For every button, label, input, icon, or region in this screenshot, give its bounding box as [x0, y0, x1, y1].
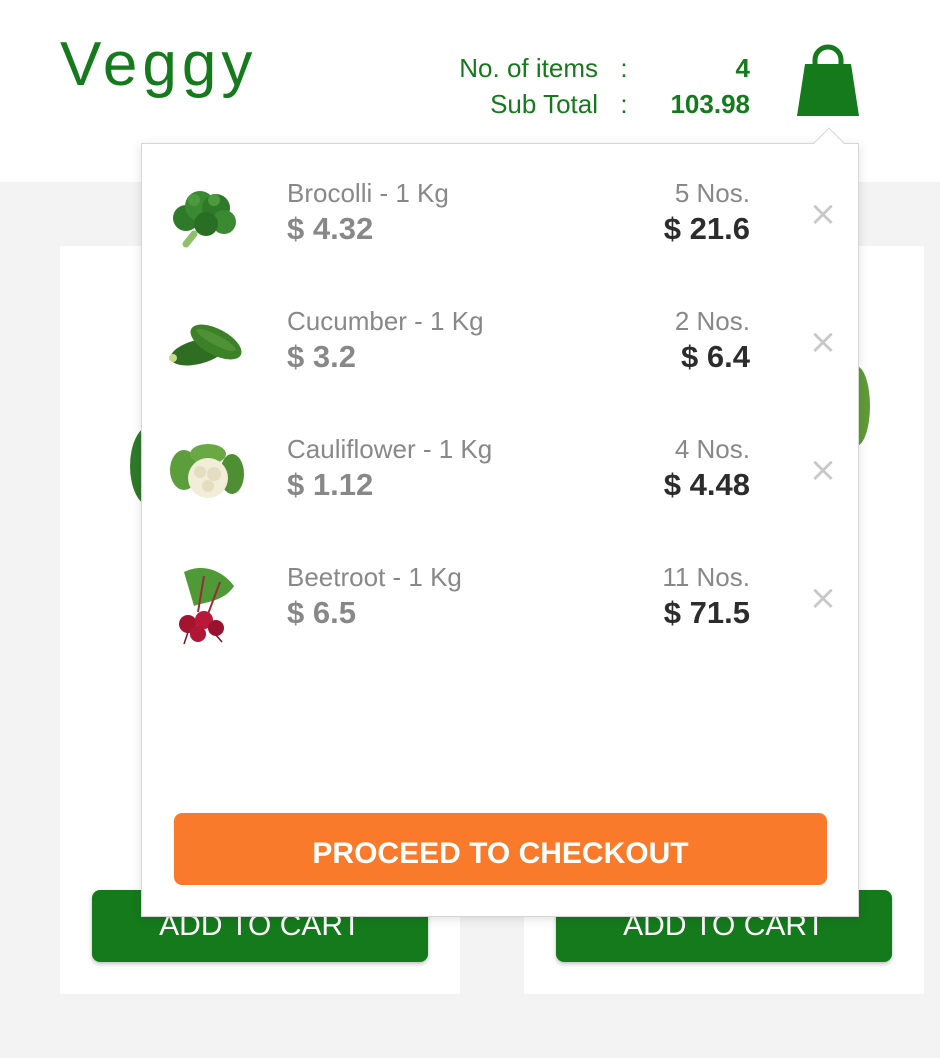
items-count-value: 4: [735, 53, 750, 83]
cart-item-quantity: 5 Nos.: [674, 178, 750, 208]
items-count-colon: :: [620, 53, 628, 83]
remove-item-icon[interactable]: ×: [807, 197, 839, 231]
cart-item-price: $ 6.5: [287, 595, 356, 630]
cart-item-total: $ 71.5: [663, 595, 750, 630]
proceed-to-checkout-button[interactable]: PROCEED TO CHECKOUT: [174, 813, 827, 885]
beetroot-image: [164, 562, 250, 648]
cart-item-quantity: 4 Nos.: [674, 434, 750, 464]
remove-item-icon[interactable]: ×: [807, 453, 839, 487]
cart-item-price: $ 4.32: [287, 211, 374, 246]
cart-item-quantity: 11 Nos.: [662, 562, 750, 592]
items-count-row: No. of items : 4: [438, 50, 750, 86]
shopping-bag-icon[interactable]: [795, 44, 861, 116]
cart-item-total: $ 6.4: [681, 339, 750, 374]
items-count-label: No. of items: [459, 53, 598, 83]
cart-item-total: $ 4.48: [663, 467, 750, 502]
cart-item-price: $ 1.12: [287, 467, 374, 502]
cart-item: Brocolli - 1 Kg $ 4.32 5 Nos. $ 21.6 ×: [142, 178, 860, 278]
subtotal-colon: :: [620, 89, 628, 119]
cart-item-quantity: 2 Nos.: [674, 306, 750, 336]
cart-item: Cauliflower - 1 Kg $ 1.12 4 Nos. $ 4.48 …: [142, 434, 860, 534]
cart-item-name: Beetroot - 1 Kg: [287, 562, 462, 592]
cart-item: Cucumber - 1 Kg $ 3.2 2 Nos. $ 6.4 ×: [142, 306, 860, 406]
remove-item-icon[interactable]: ×: [807, 325, 839, 359]
subtotal-label: Sub Total: [490, 89, 598, 119]
cart-summary: No. of items : 4 Sub Total : 103.98: [438, 50, 750, 122]
cauliflower-image: [164, 434, 250, 520]
cart-item-total: $ 21.6: [663, 211, 750, 246]
cart-item-price: $ 3.2: [287, 339, 356, 374]
broccoli-image: [164, 178, 250, 264]
cart-dropdown: Brocolli - 1 Kg $ 4.32 5 Nos. $ 21.6 × C…: [141, 127, 860, 917]
cart-item: Beetroot - 1 Kg $ 6.5 11 Nos. $ 71.5 ×: [142, 562, 860, 662]
logo[interactable]: Veggy: [60, 34, 257, 96]
cucumber-image: [164, 306, 250, 392]
subtotal-value: 103.98: [670, 89, 750, 119]
cart-item-name: Brocolli - 1 Kg: [287, 178, 449, 208]
cart-item-name: Cauliflower - 1 Kg: [287, 434, 493, 464]
subtotal-row: Sub Total : 103.98: [438, 86, 750, 122]
remove-item-icon[interactable]: ×: [807, 581, 839, 615]
cart-item-name: Cucumber - 1 Kg: [287, 306, 484, 336]
